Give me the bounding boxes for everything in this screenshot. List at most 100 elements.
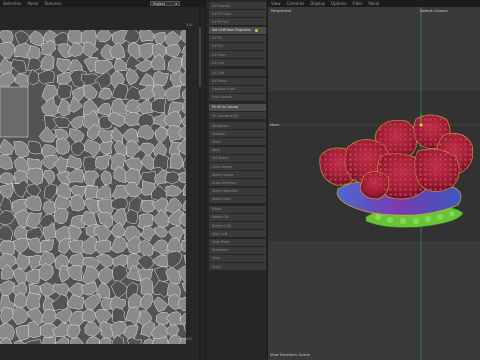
viewport-menu-item[interactable]: View: [271, 1, 281, 6]
uv-island[interactable]: [66, 154, 82, 170]
uv-island[interactable]: [181, 281, 186, 295]
uv-command-button[interactable]: Mirror: [209, 205, 266, 213]
uv-island[interactable]: [180, 30, 186, 44]
uv-command-button[interactable]: UV Align: [209, 51, 266, 59]
uv-island[interactable]: [152, 70, 169, 87]
uv-island[interactable]: [111, 335, 125, 344]
uv-island[interactable]: [82, 266, 100, 285]
uv-island[interactable]: [125, 306, 141, 327]
uv-command-button[interactable]: Fit UV to Canvas: [209, 103, 266, 111]
uv-island[interactable]: [94, 71, 113, 89]
uv-island[interactable]: [25, 268, 41, 285]
uv-command-button[interactable]: UV Grid: [209, 59, 266, 67]
uv-island[interactable]: [53, 207, 69, 224]
uv-island[interactable]: [169, 153, 184, 170]
3d-viewport[interactable]: Perspective Default Camera Move View Tra…: [268, 7, 480, 360]
uv-island[interactable]: [138, 43, 154, 61]
uv-command-button[interactable]: Weld: [209, 146, 266, 154]
uv-island[interactable]: [98, 337, 112, 344]
uv-island[interactable]: [137, 124, 156, 140]
viewport-menu-item[interactable]: Panel: [368, 1, 379, 6]
uv-island[interactable]: [140, 292, 153, 311]
uv-island[interactable]: [153, 266, 169, 282]
uv-island[interactable]: [138, 239, 155, 256]
uv-island[interactable]: [139, 30, 155, 42]
uv-island[interactable]: [95, 184, 112, 199]
uv-island[interactable]: [110, 279, 129, 299]
uv-island[interactable]: [67, 42, 86, 57]
uv-island[interactable]: [181, 44, 186, 55]
uv-island[interactable]: [112, 264, 128, 283]
uv-island[interactable]: [0, 224, 14, 241]
uv-island[interactable]: [44, 183, 58, 201]
viewport-menu-item[interactable]: Filter: [352, 1, 362, 6]
uv-island[interactable]: [0, 182, 14, 199]
uv-island[interactable]: [38, 69, 55, 85]
uv-command-button[interactable]: Select Seams: [209, 171, 266, 179]
uv-island[interactable]: [166, 251, 183, 269]
uv-island[interactable]: [111, 126, 124, 144]
uv-island[interactable]: [12, 238, 29, 255]
uv-command-button[interactable]: UV Relax: [209, 77, 266, 85]
uv-scrollbar-thumb[interactable]: [199, 27, 201, 87]
uv-command-button[interactable]: Pack Islands: [209, 93, 266, 101]
uv-island[interactable]: [39, 239, 54, 253]
uv-command-button[interactable]: Grow Selection: [209, 179, 266, 187]
uv-island[interactable]: [12, 306, 30, 326]
uv-command-button[interactable]: UV Unwrap: [209, 2, 266, 9]
uv-command-button[interactable]: Equalize Scale: [209, 85, 266, 93]
uv-island[interactable]: [151, 98, 166, 113]
viewport-menu-item[interactable]: Cameras: [287, 1, 305, 6]
uv-island[interactable]: [84, 293, 101, 311]
uv-canvas[interactable]: [0, 30, 186, 344]
uv-command-button[interactable]: Align Right: [209, 238, 266, 246]
uv-island[interactable]: [14, 252, 30, 270]
uv-command-button[interactable]: Distribute: [209, 246, 266, 254]
uv-island[interactable]: [125, 67, 139, 86]
uv-island[interactable]: [153, 152, 170, 173]
uv-selected-island[interactable]: [0, 86, 29, 138]
uv-command-button[interactable]: Select Shell: [209, 195, 266, 203]
uv-island[interactable]: [100, 170, 112, 186]
uv-island[interactable]: [40, 53, 55, 71]
uv-island[interactable]: [96, 30, 113, 43]
uv-island[interactable]: [165, 185, 183, 197]
uv-island[interactable]: [70, 116, 85, 129]
uv-island[interactable]: [98, 87, 113, 100]
uv-island[interactable]: [97, 103, 112, 117]
uv-island[interactable]: [155, 126, 168, 144]
uv-island[interactable]: [165, 44, 181, 58]
uv-island[interactable]: [182, 181, 186, 198]
uv-island[interactable]: [0, 210, 16, 226]
uv-command-button[interactable]: UV Fill Color: [209, 10, 266, 18]
uv-island[interactable]: [164, 85, 182, 101]
uv-island[interactable]: [110, 236, 128, 254]
uv-command-button[interactable]: Scale: [209, 263, 266, 271]
uv-island[interactable]: [27, 140, 42, 155]
uv-island[interactable]: [57, 97, 70, 117]
uv-island[interactable]: [182, 84, 186, 100]
uv-island[interactable]: [0, 138, 15, 156]
uv-island[interactable]: [38, 263, 54, 282]
uv-island[interactable]: [94, 239, 111, 256]
uv-command-button[interactable]: Clear Seams: [209, 163, 266, 170]
uv-island[interactable]: [151, 239, 170, 256]
uv-island[interactable]: [164, 171, 181, 185]
uv-island[interactable]: [66, 324, 81, 340]
uv-island[interactable]: [82, 84, 98, 100]
uv-island[interactable]: [57, 83, 72, 100]
uv-island[interactable]: [82, 41, 99, 58]
uv-island[interactable]: [125, 140, 142, 158]
uv-island[interactable]: [0, 172, 16, 185]
uv-island[interactable]: [181, 54, 186, 71]
uv-island[interactable]: [109, 42, 126, 59]
uv-island[interactable]: [51, 293, 68, 311]
uv-island[interactable]: [153, 296, 169, 313]
uv-island[interactable]: [10, 59, 27, 74]
uv-project-dropdown[interactable]: Project ▾: [150, 1, 180, 6]
viewport-menu-item[interactable]: Options: [331, 1, 346, 6]
uv-island[interactable]: [166, 237, 184, 254]
uv-island[interactable]: [113, 58, 128, 72]
uv-island[interactable]: [70, 194, 86, 212]
uv-command-button[interactable]: Fit Canvas to UV: [209, 112, 266, 120]
